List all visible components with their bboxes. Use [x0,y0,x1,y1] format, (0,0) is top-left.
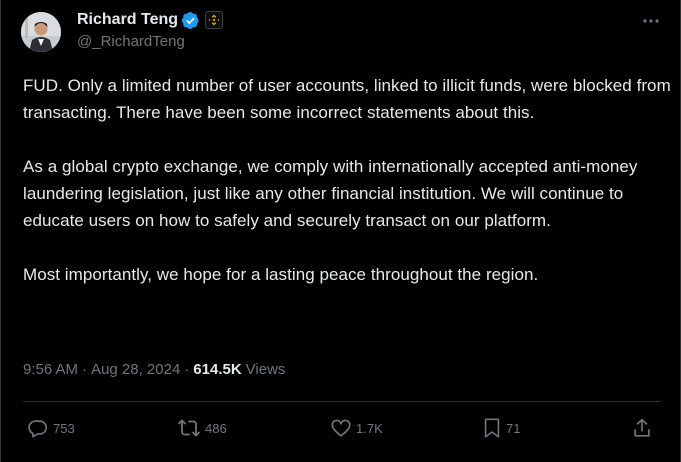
tweet-card: Richard Teng @_RichardTeng FUD. Only a l… [0,0,681,462]
divider [23,401,661,402]
author-display-name[interactable]: Richard Teng [77,11,178,29]
bookmark-count: 71 [506,420,521,436]
share-icon [632,417,652,439]
author-name-row: Richard Teng [77,9,224,31]
heart-icon [330,417,352,439]
more-options-icon[interactable] [640,10,662,32]
tweet-paragraph-2: As a global crypto exchange, we comply w… [23,157,638,230]
tweet-paragraph-1: FUD. Only a limited number of user accou… [23,76,671,122]
verified-badge-icon[interactable] [181,11,200,30]
reply-count: 753 [53,420,75,436]
tweet-metadata: 9:56 AM · Aug 28, 2024 · 614.5K Views [23,361,285,378]
meta-separator: · [82,361,88,378]
avatar[interactable] [21,12,61,52]
repost-button[interactable]: 486 [177,414,227,442]
bookmark-button[interactable]: 71 [482,414,520,442]
views-label: Views [245,361,286,378]
post-time[interactable]: 9:56 AM [23,361,78,378]
meta-separator: · [184,361,190,378]
reply-icon [27,417,49,439]
bookmark-icon [482,417,502,439]
binance-logo-icon[interactable] [205,11,224,29]
post-date[interactable]: Aug 28, 2024 [91,361,180,378]
share-button[interactable] [632,414,652,442]
tweet-text: FUD. Only a limited number of user accou… [23,72,673,288]
like-count: 1.7K [356,420,383,436]
reply-button[interactable]: 753 [27,414,75,442]
like-button[interactable]: 1.7K [330,414,383,442]
repost-icon [177,417,201,439]
views-count: 614.5K [193,361,242,378]
repost-count: 486 [205,420,227,436]
tweet-paragraph-3: Most importantly, we hope for a lasting … [23,265,539,284]
avatar-photo [21,12,61,52]
author-handle[interactable]: @_RichardTeng [77,33,185,50]
